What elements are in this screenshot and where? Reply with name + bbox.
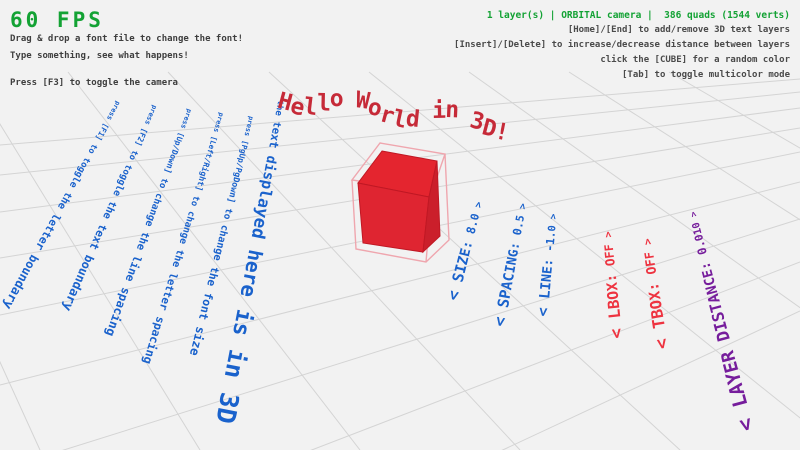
hint-toggle-camera: Press [F3] to toggle the camera	[10, 78, 178, 88]
help-cube-random-color: click the [CUBE] for a random color	[454, 53, 790, 68]
help-layer-distance: [Insert]/[Delete] to increase/decrease d…	[454, 38, 790, 53]
hud-right: 1 layer(s) | ORBITAL camera | 386 quads …	[454, 8, 790, 83]
hint-type-something: Type something, see what happens!	[10, 51, 189, 61]
3d-viewport[interactable]: press [F1] to toggle the letter boundary…	[0, 0, 800, 450]
help-add-remove-layers: [Home]/[End] to add/remove 3D text layer…	[454, 23, 790, 38]
status-line: 1 layer(s) | ORBITAL camera | 386 quads …	[454, 8, 790, 23]
help-multicolor-mode: [Tab] to toggle multicolor mode	[454, 68, 790, 83]
hud-left: 60 FPS Drag & drop a font file to change…	[10, 8, 104, 32]
hint-drag-drop-font: Drag & drop a font file to change the fo…	[10, 34, 243, 44]
fps-counter: 60 FPS	[10, 8, 104, 32]
cube[interactable]	[358, 151, 440, 252]
